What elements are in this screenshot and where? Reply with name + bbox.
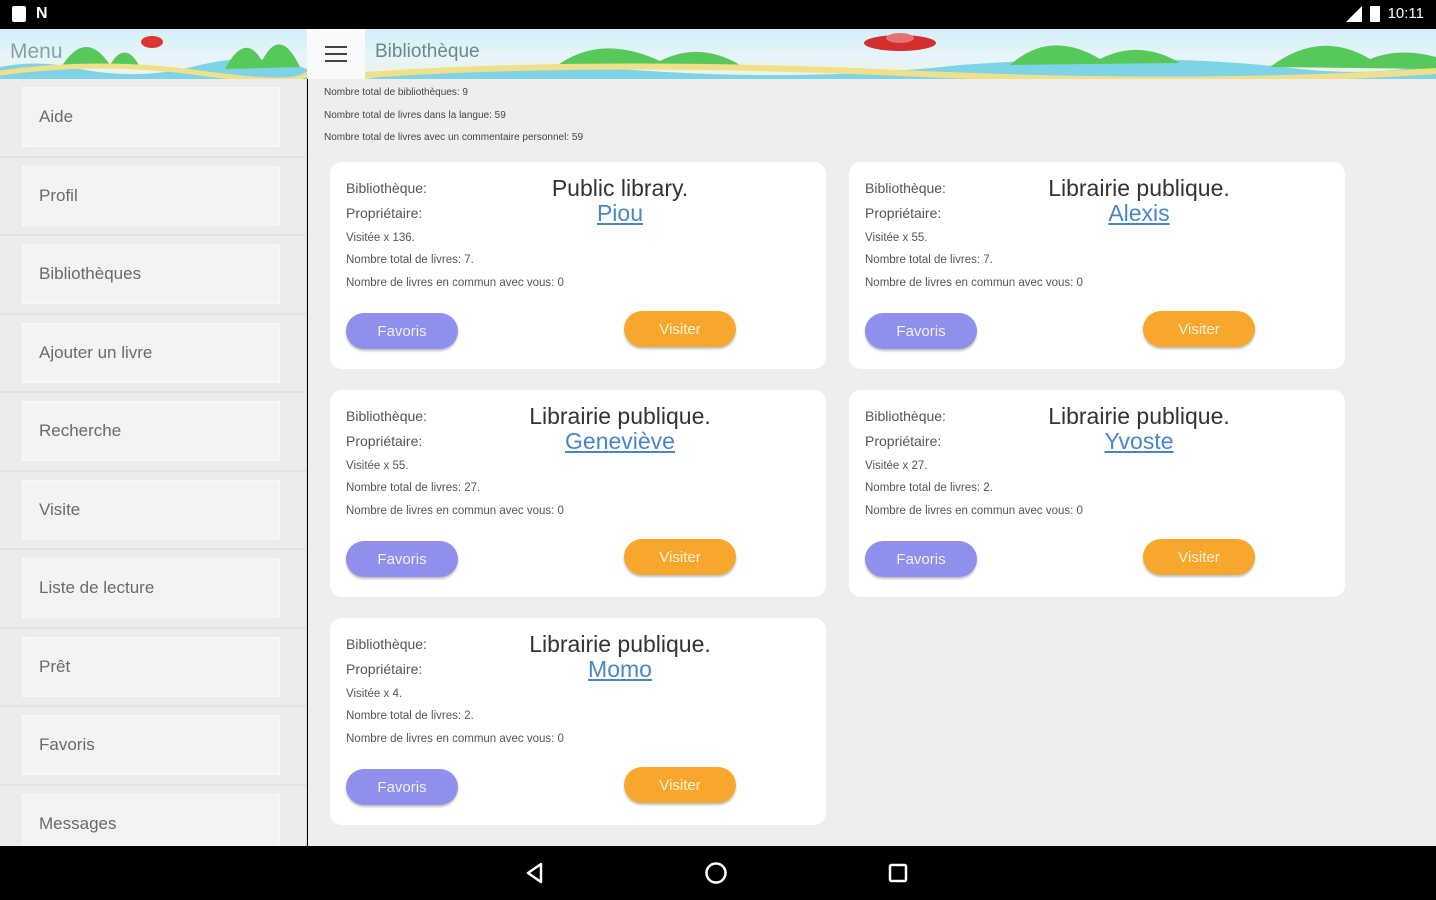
- library-name: Librairie publique.: [529, 631, 711, 657]
- carrier-icon: N: [36, 5, 48, 22]
- owner-link[interactable]: Momo: [490, 656, 750, 683]
- hamburger-menu-button[interactable]: [307, 29, 365, 79]
- notification-icon: [12, 6, 26, 22]
- sidebar-item-recherche: Recherche: [0, 393, 306, 472]
- owner-label: Propriétaire:: [346, 205, 423, 221]
- status-time: 10:11: [1387, 5, 1424, 22]
- owner-link[interactable]: Yvoste: [1009, 428, 1269, 455]
- owner-label: Propriétaire:: [346, 661, 423, 677]
- sidebar-item-aide: Aide: [0, 79, 306, 158]
- total-books: Nombre total de livres: 2.: [865, 482, 993, 494]
- sidebar-item-messages: Messages: [0, 786, 306, 846]
- stat-total-libraries: Nombre total de bibliothèques: 9: [324, 87, 468, 98]
- common-books: Nombre de livres en commun avec vous: 0: [865, 277, 1083, 289]
- sidebar-button-recherche[interactable]: Recherche: [22, 401, 280, 462]
- stat-total-books-language: Nombre total de livres dans la langue: 5…: [324, 110, 506, 121]
- common-books: Nombre de livres en commun avec vous: 0: [346, 277, 564, 289]
- menu-title: Menu: [10, 40, 63, 63]
- visit-count: Visitée x 55.: [346, 460, 409, 472]
- sidebar-button-favoris[interactable]: Favoris: [22, 715, 280, 776]
- sidebar-item-pret: Prêt: [0, 629, 306, 707]
- owner-label: Propriétaire:: [346, 433, 423, 449]
- home-button[interactable]: [696, 858, 736, 888]
- visit-button[interactable]: Visiter: [624, 539, 736, 575]
- common-books: Nombre de livres en commun avec vous: 0: [346, 733, 564, 745]
- total-books: Nombre total de livres: 7.: [865, 254, 993, 266]
- back-icon: [526, 862, 543, 884]
- sidebar-button-bibliotheques[interactable]: Bibliothèques: [22, 244, 280, 305]
- favorite-button[interactable]: Favoris: [346, 541, 458, 577]
- owner-link[interactable]: Piou: [490, 200, 750, 227]
- sidebar: Aide Profil Bibliothèques Ajouter un liv…: [0, 79, 307, 846]
- hamburger-icon-bar: [325, 46, 347, 48]
- sidebar-button-ajouter-livre[interactable]: Ajouter un livre: [22, 322, 280, 383]
- library-name: Public library.: [551, 175, 689, 201]
- owner-link[interactable]: Alexis: [1009, 200, 1269, 227]
- favorite-button[interactable]: Favoris: [865, 541, 977, 577]
- sidebar-button-aide[interactable]: Aide: [22, 87, 280, 148]
- sidebar-item-bibliotheques: Bibliothèques: [0, 236, 306, 315]
- sidebar-item-liste-lecture: Liste de lecture: [0, 550, 306, 629]
- sidebar-item-profil: Profil: [0, 158, 306, 236]
- favorite-button[interactable]: Favoris: [346, 313, 458, 349]
- library-name: Librairie publique.: [1048, 175, 1230, 201]
- sidebar-button-pret[interactable]: Prêt: [22, 636, 280, 697]
- owner-link[interactable]: Geneviève: [490, 428, 750, 455]
- visit-count: Visitée x 136.: [346, 232, 415, 244]
- stat-total-books-comment: Nombre total de livres avec un commentai…: [324, 132, 584, 143]
- owner-label: Propriétaire:: [865, 433, 942, 449]
- library-card: Bibliothèque: Propriétaire: Librairie pu…: [330, 390, 826, 597]
- library-label: Bibliothèque:: [346, 180, 427, 196]
- library-name: Librairie publique.: [529, 403, 711, 429]
- favorite-button[interactable]: Favoris: [346, 769, 458, 805]
- header-landscape-illustration: [0, 33, 1436, 79]
- library-card: Bibliothèque: Propriétaire: Librairie pu…: [330, 618, 826, 825]
- owner-label: Propriétaire:: [865, 205, 942, 221]
- hamburger-icon-bar: [325, 53, 347, 55]
- library-card: Bibliothèque: Propriétaire: Librairie pu…: [849, 390, 1345, 597]
- visit-count: Visitée x 27.: [865, 460, 928, 472]
- total-books: Nombre total de livres: 27.: [346, 482, 481, 494]
- library-card: Bibliothèque: Propriétaire: Public libra…: [330, 162, 826, 369]
- total-books: Nombre total de livres: 2.: [346, 710, 474, 722]
- sidebar-item-favoris: Favoris: [0, 707, 306, 786]
- library-name: Librairie publique.: [1048, 403, 1230, 429]
- status-bar: N 10:11: [0, 0, 1436, 29]
- sidebar-button-liste-lecture[interactable]: Liste de lecture: [22, 558, 280, 619]
- favorite-button[interactable]: Favoris: [865, 313, 977, 349]
- sidebar-button-visite[interactable]: Visite: [22, 479, 280, 540]
- page-title: Bibliothèque: [375, 41, 480, 62]
- sidebar-item-ajouter-livre: Ajouter un livre: [0, 315, 306, 393]
- common-books: Nombre de livres en commun avec vous: 0: [346, 505, 564, 517]
- navigation-bar: [0, 846, 1436, 900]
- sidebar-button-messages[interactable]: Messages: [22, 793, 280, 846]
- visit-count: Visitée x 4.: [346, 688, 403, 700]
- home-icon: [705, 862, 727, 884]
- signal-icon: [1345, 5, 1362, 22]
- visit-button[interactable]: Visiter: [1143, 311, 1255, 347]
- app-header: Menu Bibliothèque: [0, 29, 1436, 79]
- sidebar-button-profil[interactable]: Profil: [22, 165, 280, 226]
- hamburger-icon-bar: [325, 60, 347, 62]
- recents-button[interactable]: [878, 858, 918, 888]
- recents-icon: [888, 863, 908, 883]
- back-button[interactable]: [515, 858, 555, 888]
- visit-button[interactable]: Visiter: [624, 311, 736, 347]
- library-label: Bibliothèque:: [865, 180, 946, 196]
- common-books: Nombre de livres en commun avec vous: 0: [865, 505, 1083, 517]
- total-books: Nombre total de livres: 7.: [346, 254, 474, 266]
- battery-icon: [1369, 5, 1380, 22]
- main-content: Nombre total de bibliothèques: 9 Nombre …: [308, 79, 1436, 846]
- visit-count: Visitée x 55.: [865, 232, 928, 244]
- library-label: Bibliothèque:: [865, 408, 946, 424]
- visit-button[interactable]: Visiter: [1143, 539, 1255, 575]
- sidebar-item-visite: Visite: [0, 472, 306, 550]
- visit-button[interactable]: Visiter: [624, 767, 736, 803]
- library-label: Bibliothèque:: [346, 636, 427, 652]
- library-label: Bibliothèque:: [346, 408, 427, 424]
- library-card: Bibliothèque: Propriétaire: Librairie pu…: [849, 162, 1345, 369]
